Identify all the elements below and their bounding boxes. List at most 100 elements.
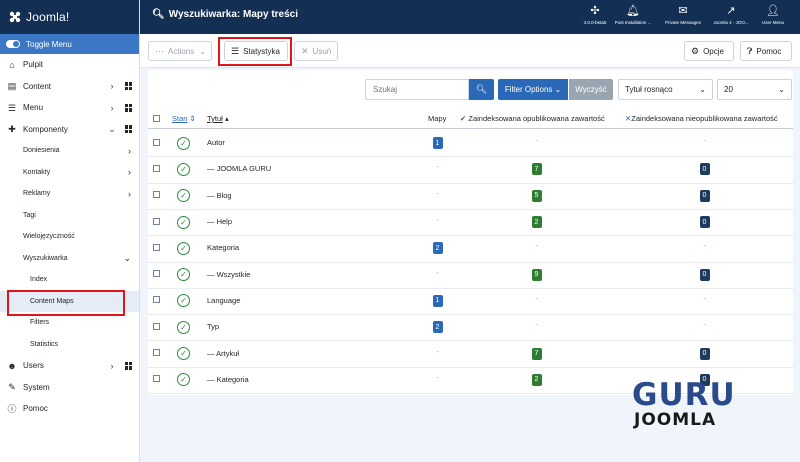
sidebar-item-users[interactable]: ☻ Users › <box>0 355 139 377</box>
select-all-checkbox[interactable] <box>153 115 160 122</box>
sidebar-item-statistics[interactable]: Statistics <box>0 334 139 356</box>
toggle-switch-icon <box>6 40 20 48</box>
sidebar-item-doniesienia[interactable]: Doniesienia › <box>0 140 139 162</box>
row-title[interactable]: — Kategoria <box>207 375 249 384</box>
row-title[interactable]: — Artykuł <box>207 349 239 358</box>
sidebar-item-label: Reklamy <box>23 190 51 198</box>
published-status-icon[interactable]: ✓ <box>177 162 190 176</box>
sidebar-item-pulpit[interactable]: ⌂ Pulpit <box>0 54 139 76</box>
sidebar-item-kontakty[interactable]: Kontakty › <box>0 162 139 184</box>
post-installation-label: Post Installation ... <box>614 20 652 25</box>
dashboard-grid-icon[interactable] <box>125 103 133 112</box>
home-icon: ⌂ <box>9 59 15 70</box>
row-checkbox[interactable] <box>153 191 160 199</box>
chevron-right-icon[interactable]: › <box>107 81 117 91</box>
puzzle-icon: ✚ <box>8 124 16 135</box>
help-button[interactable]: ❓︎ Pomoc <box>740 41 792 61</box>
maps-count-empty: - <box>436 217 439 225</box>
filter-options-button[interactable]: Filter Options ⌄ <box>498 79 568 100</box>
clear-button[interactable]: Wyczyść <box>569 79 613 100</box>
sidebar-item-wyszukiwarka[interactable]: Wyszukiwarka ⌄ <box>0 248 139 270</box>
chevron-right-icon[interactable]: › <box>107 361 117 371</box>
sidebar-item-label: Pomoc <box>23 404 48 414</box>
sidebar-item-tagi[interactable]: Tagi <box>0 205 139 227</box>
sidebar-item-wielojezycznosc[interactable]: Wielojęzyczność <box>0 226 139 248</box>
row-title[interactable]: — Wszystkie <box>207 270 250 279</box>
dashboard-grid-icon[interactable] <box>125 82 133 91</box>
chevron-right-icon[interactable]: › <box>128 146 131 156</box>
post-installation-button[interactable]: 🔔︎ Post Installation ... <box>608 4 658 25</box>
row-checkbox[interactable] <box>153 349 160 357</box>
sidebar-item-content[interactable]: ▤ Content › <box>0 76 139 98</box>
sidebar-item-system[interactable]: ✎ System <box>0 377 139 399</box>
unpublished-count-empty: - <box>703 138 706 146</box>
sort-select[interactable]: Tytuł rosnąco ⌄ <box>618 79 713 100</box>
brand-bar[interactable]: Joomla! <box>0 0 139 34</box>
private-messages-button[interactable]: ✉ Private Messages <box>658 4 708 25</box>
toggle-menu-button[interactable]: Toggle Menu <box>0 34 139 54</box>
row-title[interactable]: Typ <box>207 322 219 331</box>
row-checkbox[interactable] <box>153 164 160 172</box>
published-status-icon[interactable]: ✓ <box>177 136 190 150</box>
maps-count-empty: - <box>436 374 439 382</box>
published-count-badge: 2 <box>531 216 542 229</box>
search-button[interactable]: 🔍︎ <box>469 79 494 100</box>
watermark-line2: JOOMLA <box>634 410 717 430</box>
search-input[interactable] <box>365 79 469 100</box>
limit-select[interactable]: 20 ⌄ <box>717 79 792 100</box>
row-divider <box>148 287 793 289</box>
close-icon: ✕ <box>301 45 309 56</box>
actions-dropdown[interactable]: ⋯ Actions ⌄ <box>148 41 212 61</box>
sidebar-item-label: Content <box>23 81 52 91</box>
maps-count-badge: 2 <box>432 321 443 334</box>
brand-name: Joomla! <box>26 10 70 24</box>
row-title[interactable]: Language <box>207 296 240 305</box>
user-menu-button[interactable]: 👤︎ User Menu <box>748 4 798 25</box>
private-messages-label: Private Messages <box>665 20 701 25</box>
row-title[interactable]: — Help <box>207 217 232 226</box>
column-header-status[interactable]: Stan ⇕ <box>172 114 196 123</box>
sidebar-item-komponenty[interactable]: ✚ Komponenty ⌄ <box>0 119 139 141</box>
published-status-icon[interactable]: ✓ <box>177 347 190 361</box>
search-icon: 🔍︎ <box>475 84 488 94</box>
row-title[interactable]: Autor <box>207 138 225 147</box>
chevron-down-icon[interactable]: ⌄ <box>107 124 117 135</box>
row-checkbox[interactable] <box>153 138 160 146</box>
row-checkbox[interactable] <box>153 217 160 225</box>
maps-count-badge: 1 <box>432 137 443 150</box>
sidebar-item-label: Filters <box>30 319 50 327</box>
published-status-icon[interactable]: ✓ <box>177 241 190 255</box>
row-title[interactable]: — Blog <box>207 191 232 200</box>
sort-value: Tytuł rosnąco <box>625 85 673 94</box>
unpublished-count-badge: 0 <box>699 189 710 202</box>
row-checkbox[interactable] <box>153 296 160 304</box>
sidebar-item-pomoc[interactable]: ⓘ Pomoc <box>0 398 139 420</box>
chevron-right-icon[interactable]: › <box>128 189 131 199</box>
info-icon: ⓘ <box>7 403 17 414</box>
column-header-title[interactable]: Tytuł ▴ <box>207 114 229 123</box>
sidebar-item-reklamy[interactable]: Reklamy › <box>0 183 139 205</box>
chevron-right-icon[interactable]: › <box>128 167 131 177</box>
sidebar-item-index[interactable]: Index <box>0 269 139 291</box>
sidebar-item-menu[interactable]: ☰ Menu › <box>0 97 139 119</box>
row-checkbox[interactable] <box>153 270 160 278</box>
published-status-icon[interactable]: ✓ <box>177 215 190 229</box>
row-checkbox[interactable] <box>153 375 160 383</box>
chevron-down-icon: ⌄ <box>778 85 785 94</box>
chevron-right-icon[interactable]: › <box>107 103 117 113</box>
unpublished-count-empty: - <box>703 322 706 330</box>
dashboard-grid-icon[interactable] <box>125 125 133 134</box>
sidebar-item-label: Pulpit <box>23 60 44 70</box>
chevron-down-icon: ⌄ <box>554 85 562 94</box>
row-title[interactable]: — JOOMLA GURU <box>207 164 271 173</box>
published-status-icon[interactable]: ✓ <box>177 320 190 334</box>
options-button[interactable]: ⚙ Opcje <box>684 41 734 61</box>
clear-label: Wyczyść <box>575 85 607 94</box>
delete-button[interactable]: ✕ Usuń <box>294 41 338 61</box>
dashboard-grid-icon[interactable] <box>125 361 133 370</box>
row-title[interactable]: Kategoria <box>207 243 239 252</box>
toggle-menu-label: Toggle Menu <box>26 39 72 49</box>
row-checkbox[interactable] <box>153 243 160 251</box>
chevron-down-icon[interactable]: ⌄ <box>123 253 131 264</box>
row-checkbox[interactable] <box>153 322 160 330</box>
